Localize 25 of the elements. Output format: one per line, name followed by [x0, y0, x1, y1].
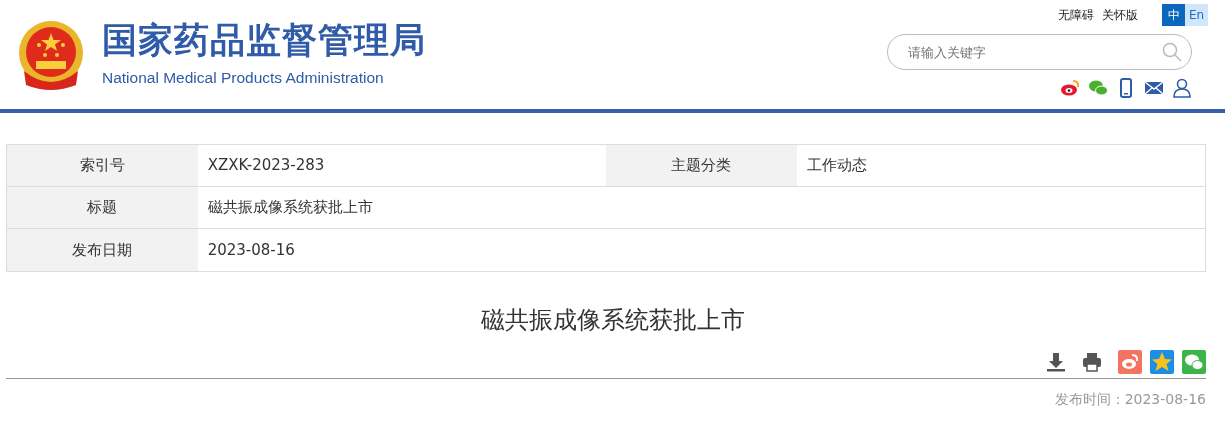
field-label: 发布日期: [7, 229, 198, 271]
user-icon[interactable]: [1172, 78, 1192, 98]
site-title: 国家药品监督管理局: [102, 23, 426, 59]
site-subtitle: National Medical Products Administration: [102, 68, 385, 89]
article-title: 磁共振成像系统获批上市: [479, 305, 746, 336]
field-label: 主题分类: [606, 145, 797, 186]
chat-bubbles-icon[interactable]: [1088, 78, 1108, 98]
language-tab[interactable]: En: [1185, 4, 1208, 26]
field-value: 工作动态: [805, 155, 868, 177]
weibo-share-icon[interactable]: [1118, 350, 1142, 374]
field-value: 磁共振成像系统获批上市: [206, 197, 374, 219]
language-tab[interactable]: 中: [1162, 4, 1185, 26]
top-link[interactable]: 关怀版: [1102, 6, 1138, 24]
printer-icon[interactable]: [1082, 352, 1102, 372]
download-icon[interactable]: [1046, 352, 1066, 372]
wechat-share-icon[interactable]: [1182, 350, 1206, 374]
top-link[interactable]: 无障碍: [1058, 6, 1094, 24]
field-label: 标题: [7, 187, 198, 228]
field-label: 索引号: [7, 145, 198, 186]
search-field[interactable]: 请输入关键字: [887, 34, 1192, 70]
weibo-icon[interactable]: [1060, 78, 1080, 98]
publish-date: 发布时间：2023-08-16: [1054, 391, 1206, 407]
star-share-icon[interactable]: [1150, 350, 1174, 374]
field-value: 2023-08-16: [206, 239, 296, 261]
field-value: XZXK-2023-283: [206, 155, 326, 177]
